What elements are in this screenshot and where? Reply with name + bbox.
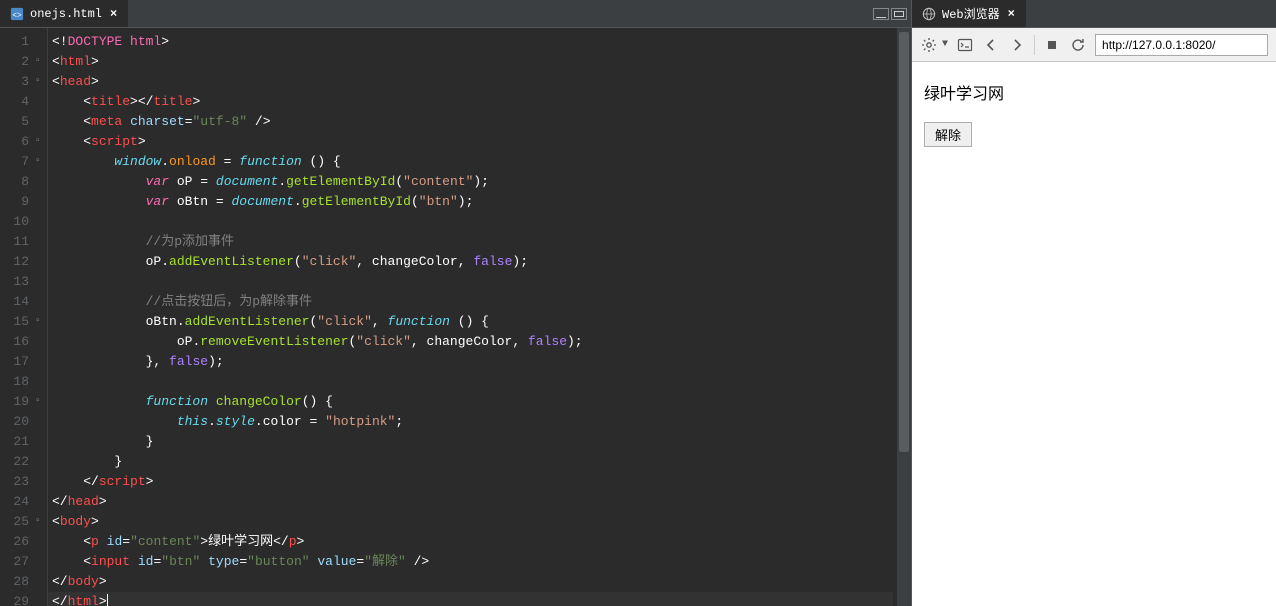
code-line[interactable] xyxy=(48,372,893,392)
line-number: 4 xyxy=(2,92,41,112)
gear-icon[interactable] xyxy=(920,36,938,54)
code-line[interactable]: var oP = document.getElementById("conten… xyxy=(48,172,893,192)
close-icon[interactable]: × xyxy=(110,7,117,21)
code-line[interactable]: var oBtn = document.getElementById("btn"… xyxy=(48,192,893,212)
code-line[interactable]: window.onload = function () { xyxy=(48,152,893,172)
code-line[interactable]: <meta charset="utf-8" /> xyxy=(48,112,893,132)
line-number: 29 xyxy=(2,592,41,606)
toolbar-divider xyxy=(1034,35,1035,55)
code-line[interactable]: function changeColor() { xyxy=(48,392,893,412)
code-line[interactable]: </script> xyxy=(48,472,893,492)
code-line[interactable]: oBtn.addEventListener("click", function … xyxy=(48,312,893,332)
line-number: 27 xyxy=(2,552,41,572)
remove-listener-button[interactable]: 解除 xyxy=(924,122,972,147)
code-line[interactable]: oP.removeEventListener("click", changeCo… xyxy=(48,332,893,352)
code-line[interactable]: </html> xyxy=(48,592,893,606)
code-content[interactable]: <!DOCTYPE html><html><head> <title></tit… xyxy=(48,28,897,606)
line-number: 12 xyxy=(2,252,41,272)
line-number: 13 xyxy=(2,272,41,292)
console-icon[interactable] xyxy=(956,36,974,54)
browser-toolbar: ▼ xyxy=(912,28,1276,62)
code-line[interactable]: <html> xyxy=(48,52,893,72)
fold-marker-icon[interactable]: ▫ xyxy=(31,132,41,152)
svg-text:<>: <> xyxy=(12,11,22,20)
editor-scrollbar[interactable] xyxy=(897,28,911,606)
close-icon[interactable]: × xyxy=(1008,7,1015,21)
browser-tab[interactable]: Web浏览器 × xyxy=(912,0,1026,27)
line-number: 19▫ xyxy=(2,392,41,412)
browser-viewport: 绿叶学习网 解除 xyxy=(912,62,1276,606)
line-number: 18 xyxy=(2,372,41,392)
fold-marker-icon[interactable]: ▫ xyxy=(31,152,41,172)
browser-tab-label: Web浏览器 xyxy=(942,5,1000,22)
browser-tab-bar: Web浏览器 × xyxy=(912,0,1276,28)
line-number: 20 xyxy=(2,412,41,432)
line-number: 24 xyxy=(2,492,41,512)
fold-marker-icon[interactable]: ▫ xyxy=(31,392,41,412)
line-number: 10 xyxy=(2,212,41,232)
code-line[interactable]: //点击按钮后，为p解除事件 xyxy=(48,292,893,312)
minimize-button[interactable] xyxy=(873,8,889,20)
line-number: 23 xyxy=(2,472,41,492)
code-line[interactable]: }, false); xyxy=(48,352,893,372)
code-line[interactable]: <p id="content">绿叶学习网</p> xyxy=(48,532,893,552)
line-number: 11 xyxy=(2,232,41,252)
line-number: 2▫ xyxy=(2,52,41,72)
code-line[interactable]: <title></title> xyxy=(48,92,893,112)
line-number: 7▫ xyxy=(2,152,41,172)
code-line[interactable]: <!DOCTYPE html> xyxy=(48,32,893,52)
code-line[interactable]: </body> xyxy=(48,572,893,592)
line-number: 22 xyxy=(2,452,41,472)
maximize-button[interactable] xyxy=(891,8,907,20)
content-paragraph[interactable]: 绿叶学习网 xyxy=(924,80,1264,104)
forward-icon[interactable] xyxy=(1008,36,1026,54)
line-number: 26 xyxy=(2,532,41,552)
line-number: 3▫ xyxy=(2,72,41,92)
code-line[interactable]: <body> xyxy=(48,512,893,532)
editor-tab-onejs[interactable]: <> onejs.html × xyxy=(0,0,128,27)
line-number: 8 xyxy=(2,172,41,192)
browser-pane: Web浏览器 × ▼ xyxy=(912,0,1276,606)
line-number: 1 xyxy=(2,32,41,52)
code-area[interactable]: 12▫3▫456▫7▫89101112131415▫16171819▫20212… xyxy=(0,28,911,606)
code-line[interactable]: <input id="btn" type="button" value="解除"… xyxy=(48,552,893,572)
fold-marker-icon[interactable]: ▫ xyxy=(31,312,41,332)
editor-window-controls xyxy=(873,0,911,27)
line-number: 28 xyxy=(2,572,41,592)
code-line[interactable]: </head> xyxy=(48,492,893,512)
line-number: 17 xyxy=(2,352,41,372)
line-number: 16 xyxy=(2,332,41,352)
globe-icon xyxy=(922,7,936,21)
code-line[interactable]: this.style.color = "hotpink"; xyxy=(48,412,893,432)
line-number: 15▫ xyxy=(2,312,41,332)
code-line[interactable]: //为p添加事件 xyxy=(48,232,893,252)
line-number: 6▫ xyxy=(2,132,41,152)
line-number: 25▫ xyxy=(2,512,41,532)
line-number: 9 xyxy=(2,192,41,212)
html-file-icon: <> xyxy=(10,7,24,21)
editor-tab-bar: <> onejs.html × xyxy=(0,0,911,28)
back-icon[interactable] xyxy=(982,36,1000,54)
fold-marker-icon[interactable]: ▫ xyxy=(31,52,41,72)
code-line[interactable] xyxy=(48,212,893,232)
line-number-gutter: 12▫3▫456▫7▫89101112131415▫16171819▫20212… xyxy=(0,28,48,606)
stop-icon[interactable] xyxy=(1043,36,1061,54)
code-line[interactable] xyxy=(48,272,893,292)
url-input[interactable] xyxy=(1095,34,1268,56)
editor-tab-label: onejs.html xyxy=(30,7,102,21)
fold-marker-icon[interactable]: ▫ xyxy=(31,72,41,92)
fold-marker-icon[interactable]: ▫ xyxy=(31,512,41,532)
refresh-icon[interactable] xyxy=(1069,36,1087,54)
code-line[interactable]: oP.addEventListener("click", changeColor… xyxy=(48,252,893,272)
line-number: 5 xyxy=(2,112,41,132)
editor-pane: <> onejs.html × 12▫3▫456▫7▫8910111213141… xyxy=(0,0,912,606)
line-number: 21 xyxy=(2,432,41,452)
code-line[interactable]: <script> xyxy=(48,132,893,152)
chevron-down-icon[interactable]: ▼ xyxy=(942,39,948,50)
code-line[interactable]: } xyxy=(48,452,893,472)
code-line[interactable]: <head> xyxy=(48,72,893,92)
line-number: 14 xyxy=(2,292,41,312)
scrollbar-thumb[interactable] xyxy=(899,32,909,452)
code-line[interactable]: } xyxy=(48,432,893,452)
